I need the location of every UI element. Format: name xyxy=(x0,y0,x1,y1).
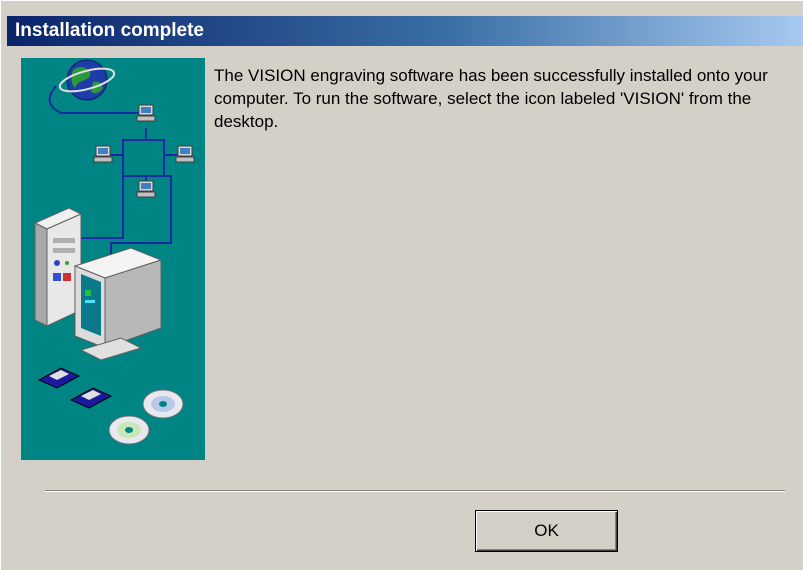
network-computer-icon xyxy=(136,104,156,122)
network-computer-icon xyxy=(175,145,195,163)
ok-button-label: OK xyxy=(534,521,559,540)
illustration-svg xyxy=(33,59,195,445)
window-title: Installation complete xyxy=(15,20,204,41)
installation-illustration xyxy=(21,58,205,460)
network-computer-icon xyxy=(93,145,113,163)
separator-highlight xyxy=(45,491,785,492)
cd-disc-icon xyxy=(108,415,150,445)
cd-disc-icon xyxy=(142,389,184,419)
installation-dialog: Installation complete The VISION engravi… xyxy=(0,0,803,570)
ok-button[interactable]: OK xyxy=(475,510,618,552)
floppy-disk-icon xyxy=(69,387,113,409)
network-computer-icon xyxy=(136,180,156,198)
title-bar[interactable]: Installation complete xyxy=(7,16,803,46)
floppy-disk-icon xyxy=(37,367,81,389)
desktop-computer-icon xyxy=(33,207,163,361)
completion-message: The VISION engraving software has been s… xyxy=(214,66,768,131)
globe-icon xyxy=(58,59,116,101)
